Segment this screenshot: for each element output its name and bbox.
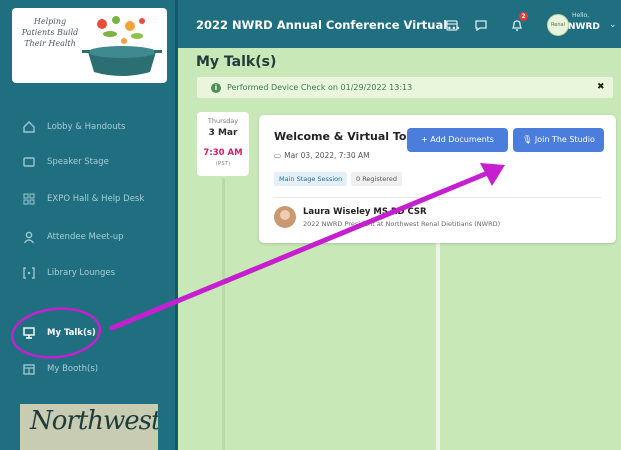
sidebar-item-label: Library Lounges <box>47 268 116 278</box>
session-title: Welcome & Virtual Tour <box>274 130 420 143</box>
sidebar-item-label: EXPO Hall & Help Desk <box>47 194 145 204</box>
avatar[interactable]: Renal <box>547 14 569 36</box>
close-icon[interactable]: ✖ <box>597 82 605 92</box>
device-check-text: Performed Device Check on 01/29/2022 13:… <box>227 83 413 92</box>
session-card[interactable]: Welcome & Virtual Tour ▭ Mar 03, 2022, 7:… <box>259 115 616 243</box>
add-documents-button[interactable]: + Add Documents <box>407 128 508 152</box>
booth-icon <box>22 362 36 376</box>
speaker-role: 2022 NWRD President at Northwest Renal D… <box>303 220 501 228</box>
microphone-icon: 🎙 <box>522 135 535 144</box>
add-documents-label: Add Documents <box>430 135 494 144</box>
calendar-icon: ▭ <box>274 151 282 160</box>
page-title: My Talk(s) <box>196 54 277 70</box>
sidebar-item-label: Lobby & Handouts <box>47 122 126 132</box>
date-day: 3 Mar <box>208 128 238 138</box>
info-icon: i <box>211 83 221 93</box>
user-name[interactable]: NWRD <box>568 22 600 32</box>
plus-icon: + <box>421 135 431 144</box>
join-studio-button[interactable]: 🎙 Join The Studio <box>513 128 604 152</box>
device-check-banner: i Performed Device Check on 01/29/2022 1… <box>196 76 614 99</box>
logo-tagline: Helping Patients Build Their Health <box>21 17 79 48</box>
person-icon <box>22 230 36 244</box>
date-timezone: (PST) <box>215 161 231 167</box>
chat-icon[interactable] <box>474 18 488 32</box>
brackets-icon <box>22 266 36 280</box>
cooking-pot-icon <box>82 16 162 76</box>
sidebar-item-label: Speaker Stage <box>47 157 109 167</box>
sponsor-logo-text: Northwest <box>30 406 158 436</box>
home-icon <box>22 120 36 134</box>
sidebar-item-attendee-meetup[interactable]: Attendee Meet-up <box>0 222 178 252</box>
session-datetime: Mar 03, 2022, 7:30 AM <box>284 151 370 160</box>
sidebar-scrollbar[interactable] <box>175 0 178 450</box>
sidebar-item-label: Attendee Meet-up <box>47 232 124 242</box>
stage-icon <box>22 155 36 169</box>
speaker-avatar <box>274 206 296 228</box>
card-divider <box>274 197 601 198</box>
sponsor-logo: Northwest <box>20 404 158 450</box>
presentation-icon <box>22 326 36 340</box>
chevron-down-icon[interactable]: ⌄ <box>609 20 617 30</box>
date-day-of-week: Thursday <box>207 117 239 125</box>
timeline-connector <box>222 178 225 450</box>
notification-badge: 2 <box>519 12 528 21</box>
date-time: 7:30 AM <box>203 148 243 158</box>
sidebar-item-expo-hall[interactable]: EXPO Hall & Help Desk <box>0 184 178 214</box>
sidebar-item-label: My Talk(s) <box>47 328 96 338</box>
session-type-tag: Main Stage Session <box>274 172 348 186</box>
sidebar-item-speaker-stage[interactable]: Speaker Stage <box>0 147 178 177</box>
registered-count-tag: 0 Registered <box>351 172 402 186</box>
sidebar-item-my-talks[interactable]: My Talk(s) <box>0 318 178 348</box>
sidebar: Helping Patients Build Their Health Lobb… <box>0 0 178 450</box>
sidebar-item-label: My Booth(s) <box>47 364 99 374</box>
conference-title: 2022 NWRD Annual Conference Virtual... <box>196 18 461 32</box>
calendar-icon[interactable] <box>445 18 459 32</box>
speaker-name: Laura Wiseley MS RD CSR <box>303 207 427 217</box>
session-date-box: Thursday 3 Mar 7:30 AM (PST) <box>197 112 249 176</box>
sidebar-item-my-booths[interactable]: My Booth(s) <box>0 354 178 384</box>
join-studio-label: Join The Studio <box>534 135 595 144</box>
grid-icon <box>22 192 36 206</box>
session-datetime-row: ▭ Mar 03, 2022, 7:30 AM <box>274 151 370 160</box>
sidebar-item-lobby[interactable]: Lobby & Handouts <box>0 112 178 142</box>
greeting: Hello, <box>572 12 590 19</box>
event-logo: Helping Patients Build Their Health <box>12 8 167 83</box>
sidebar-item-library-lounges[interactable]: Library Lounges <box>0 258 178 288</box>
